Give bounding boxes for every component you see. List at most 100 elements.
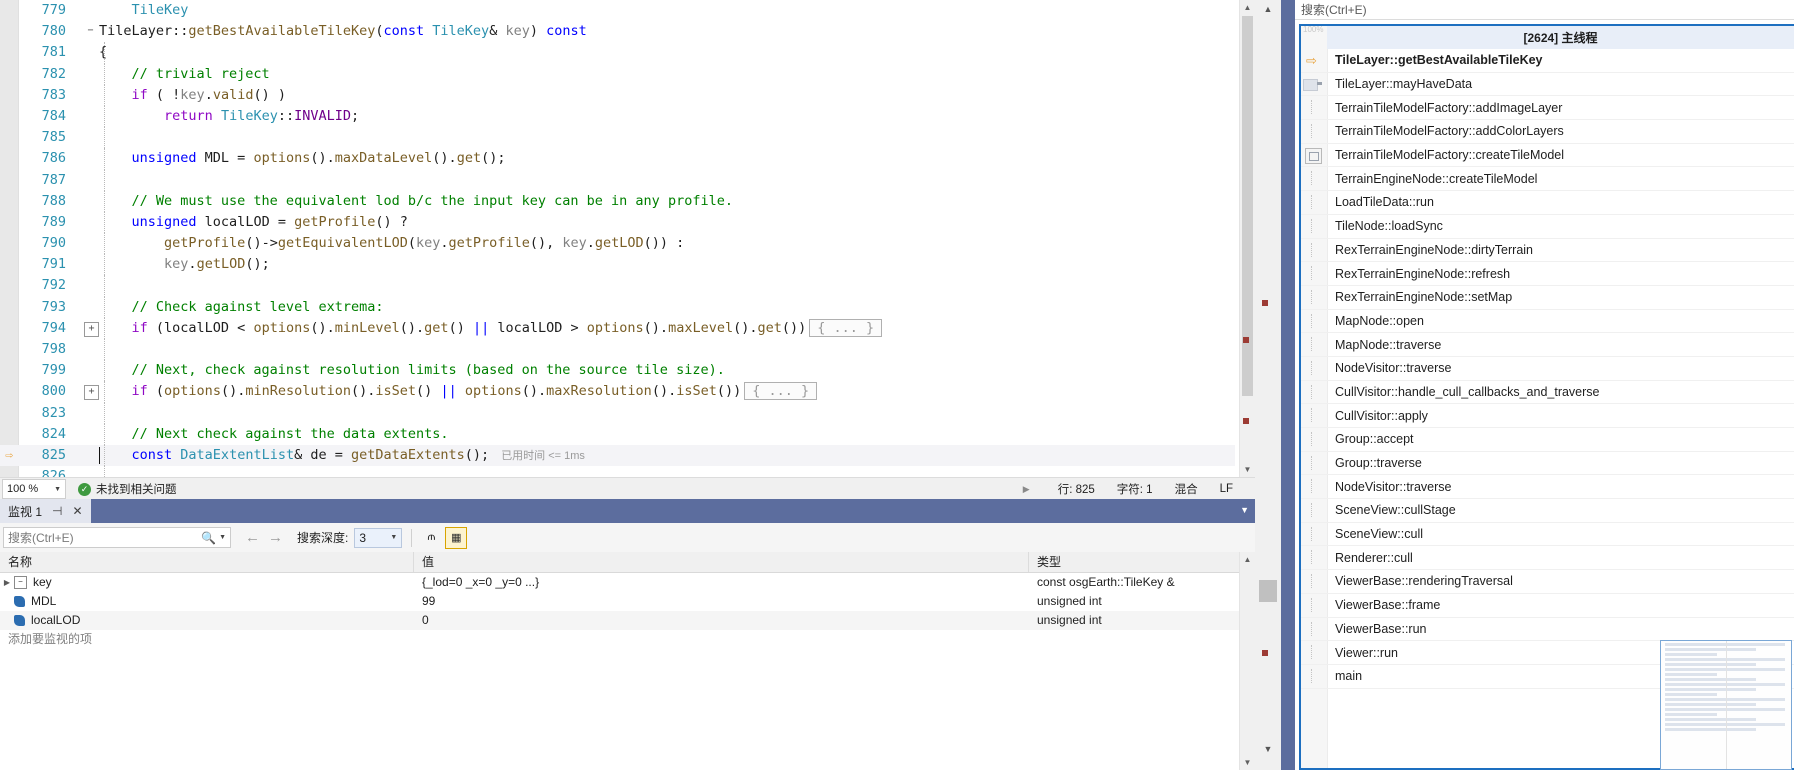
watch-vertical-scrollbar[interactable]: ▲ ▼ <box>1239 552 1255 770</box>
code-line[interactable]: 785 <box>0 127 1235 149</box>
code-line[interactable]: 780 − TileLayer::getBestAvailableTileKey(c… <box>0 21 1235 42</box>
call-stack-frame-row[interactable]: LoadTileData::run <box>1301 191 1794 215</box>
code-line[interactable]: 824 // Next check against the data exten… <box>0 423 1235 445</box>
outer-vertical-scrollbar[interactable]: ▲ ▼ <box>1255 0 1281 770</box>
table-row[interactable]: localLOD 0 unsigned int <box>0 611 1240 630</box>
watch-value-cell[interactable]: {_lod=0 _x=0 _y=0 ...} <box>414 573 1029 592</box>
call-stack-frame-row[interactable]: TileLayer::mayHaveData <box>1301 73 1794 97</box>
call-stack-frame-row[interactable]: ViewerBase::renderingTraversal <box>1301 570 1794 594</box>
code-line[interactable]: 826 <box>0 466 1235 477</box>
scroll-up-icon[interactable]: ▲ <box>1240 552 1255 567</box>
collapsed-block-placeholder[interactable]: { ... } <box>809 318 883 337</box>
hex-display-icon[interactable]: ▦ <box>445 526 468 549</box>
collapsed-block-placeholder[interactable]: { ... } <box>744 382 818 401</box>
code-editor[interactable]: 779 TileKey 780 − TileLayer::getBestAvailab… <box>0 0 1255 477</box>
column-header-type[interactable]: 类型 <box>1029 552 1240 572</box>
filter-icon[interactable]: ⫙ <box>421 528 441 548</box>
expand-box-icon[interactable]: − <box>14 576 27 589</box>
code-line[interactable]: ⇨ 825 const DataExtentList& de = getDataE… <box>0 444 1235 467</box>
watch-name-cell[interactable]: MDL <box>0 592 414 611</box>
code-line[interactable]: 823 <box>0 402 1235 424</box>
call-stack-frame-row[interactable]: MapNode::open <box>1301 310 1794 334</box>
call-stack-frame-row[interactable]: RexTerrainEngineNode::setMap <box>1301 286 1794 310</box>
add-watch-row[interactable]: 添加要监视的项 <box>0 630 1240 649</box>
code-line[interactable]: 800 + if (options().minResolution().isSet… <box>0 381 1235 403</box>
code-line[interactable]: 782 // trivial reject <box>0 63 1235 85</box>
chevron-down-icon[interactable]: ▼ <box>54 486 61 493</box>
code-line[interactable]: 789 unsigned localLOD = getProfile() ? <box>0 211 1235 234</box>
call-stack-frame-row[interactable]: RexTerrainEngineNode::dirtyTerrain <box>1301 239 1794 263</box>
code-line[interactable]: 792 <box>0 275 1235 297</box>
code-line[interactable]: 779 TileKey <box>0 0 1235 21</box>
code-line[interactable]: 799 // Next, check against resolution li… <box>0 360 1235 382</box>
expand-region-icon[interactable]: + <box>84 321 99 337</box>
call-stack-frame-row[interactable]: SceneView::cullStage <box>1301 499 1794 523</box>
code-line[interactable]: 781 { <box>0 42 1235 64</box>
call-stack-frame-row[interactable]: ViewerBase::run <box>1301 618 1794 642</box>
call-stack-frame-row[interactable]: TileNode::loadSync <box>1301 215 1794 239</box>
scroll-up-icon[interactable]: ▲ <box>1240 0 1255 15</box>
call-stack-frame-row[interactable]: NodeVisitor::traverse <box>1301 475 1794 500</box>
code-line[interactable]: 798 <box>0 339 1235 361</box>
scroll-down-icon[interactable]: ▼ <box>1240 462 1255 477</box>
search-next-icon[interactable]: → <box>268 529 283 546</box>
scrollbar-thumb[interactable] <box>1259 580 1277 602</box>
call-stack-frame-label: Group::accept <box>1335 432 1414 447</box>
call-stack-frame-row[interactable]: SceneView::cull <box>1301 523 1794 547</box>
call-stack-frame-row[interactable]: TerrainTileModelFactory::addImageLayer <box>1301 96 1794 121</box>
call-stack-frame-row[interactable]: TerrainTileModelFactory::createTileModel <box>1301 144 1794 168</box>
scroll-down-icon[interactable]: ▼ <box>1259 742 1277 756</box>
search-prev-icon[interactable]: ← <box>245 529 260 546</box>
watch-value-cell[interactable]: 0 <box>414 611 1029 630</box>
call-stack-frame-row[interactable]: MapNode::traverse <box>1301 333 1794 357</box>
search-input[interactable]: 搜索(Ctrl+E) 🔍 ▼ <box>3 527 231 548</box>
frame-tick <box>1311 479 1317 494</box>
column-header-value[interactable]: 值 <box>414 552 1029 572</box>
chevron-down-icon[interactable]: ▼ <box>1240 505 1249 515</box>
watch-window: 监视 1 ⊣ ✕ ▼ 搜索(Ctrl+E) 🔍 ▼ ← → 搜索深度: 3 ▼ <box>0 499 1255 770</box>
code-line[interactable]: 793 // Check against level extrema: <box>0 296 1235 318</box>
code-line[interactable]: 783 if ( !key.valid() ) <box>0 84 1235 106</box>
zoom-level-selector[interactable]: 100 % ▼ <box>2 479 66 499</box>
call-stack-frame-row[interactable]: NodeVisitor::traverse <box>1301 357 1794 381</box>
call-stack-search-input[interactable]: 搜索(Ctrl+E) <box>1295 0 1794 20</box>
code-line[interactable]: 784 return TileKey::INVALID; <box>0 105 1235 128</box>
scroll-down-icon[interactable]: ▼ <box>1240 755 1255 770</box>
table-row[interactable]: ▶ − key {_lod=0 _x=0 _y=0 ...} const osgEart… <box>0 573 1240 592</box>
call-stack-frame-row[interactable]: ⇨ TileLayer::getBestAvailableTileKey <box>1301 49 1794 73</box>
call-stack-frame-row[interactable]: RexTerrainEngineNode::refresh <box>1301 262 1794 286</box>
frame-tick <box>1311 266 1317 281</box>
pin-icon[interactable]: ⊣ <box>52 504 62 518</box>
search-depth-input[interactable]: 3 ▼ <box>354 527 403 548</box>
expand-arrow-icon[interactable]: ▶ <box>0 573 14 592</box>
code-line[interactable]: 787 <box>0 169 1235 191</box>
watch-value-cell[interactable]: 99 <box>414 592 1029 611</box>
call-stack-frame-row[interactable]: TerrainTileModelFactory::addColorLayers <box>1301 120 1794 144</box>
code-line[interactable]: 791 key.getLOD(); <box>0 254 1235 276</box>
call-stack-frame-row[interactable]: ViewerBase::frame <box>1301 594 1794 618</box>
magnifier-icon[interactable]: 🔍 <box>201 531 216 545</box>
code-line[interactable]: 788 // We must use the equivalent lod b/… <box>0 190 1235 212</box>
scroll-up-icon[interactable]: ▲ <box>1259 2 1277 16</box>
watch-name-cell[interactable]: localLOD <box>0 611 414 630</box>
table-row[interactable]: MDL 99 unsigned int <box>0 592 1240 611</box>
expand-region-icon[interactable]: + <box>84 385 99 401</box>
horizontal-scroll-right-icon[interactable]: ▶ <box>1023 484 1030 495</box>
collapse-region-icon[interactable]: − <box>84 25 97 38</box>
call-stack-frame-row[interactable]: Renderer::cull <box>1301 546 1794 571</box>
call-stack-frame-row[interactable]: Group::accept <box>1301 428 1794 452</box>
call-stack-frame-row[interactable]: CullVisitor::handle_cull_callbacks_and_t… <box>1301 381 1794 405</box>
call-stack-frame-row[interactable]: CullVisitor::apply <box>1301 404 1794 428</box>
call-stack-frame-row[interactable]: Group::traverse <box>1301 452 1794 476</box>
chevron-down-icon[interactable]: ▼ <box>390 534 397 541</box>
code-line[interactable]: 786 unsigned MDL = options().maxDataLeve… <box>0 148 1235 170</box>
column-header-name[interactable]: 名称 <box>0 552 414 572</box>
close-icon[interactable]: ✕ <box>72 504 82 518</box>
editor-vertical-scrollbar[interactable]: ▲ ▼ <box>1239 0 1255 477</box>
chevron-down-icon[interactable]: ▼ <box>219 534 226 541</box>
tab-watch-1[interactable]: 监视 1 ⊣ ✕ <box>0 499 91 523</box>
code-line[interactable]: 794 + if (localLOD < options().minLevel()… <box>0 317 1235 339</box>
code-line[interactable]: 790 getProfile()->getEquivalentLOD(key.g… <box>0 233 1235 255</box>
call-stack-frame-row[interactable]: TerrainEngineNode::createTileModel <box>1301 167 1794 192</box>
watch-name-cell[interactable]: ▶ − key <box>0 573 414 592</box>
